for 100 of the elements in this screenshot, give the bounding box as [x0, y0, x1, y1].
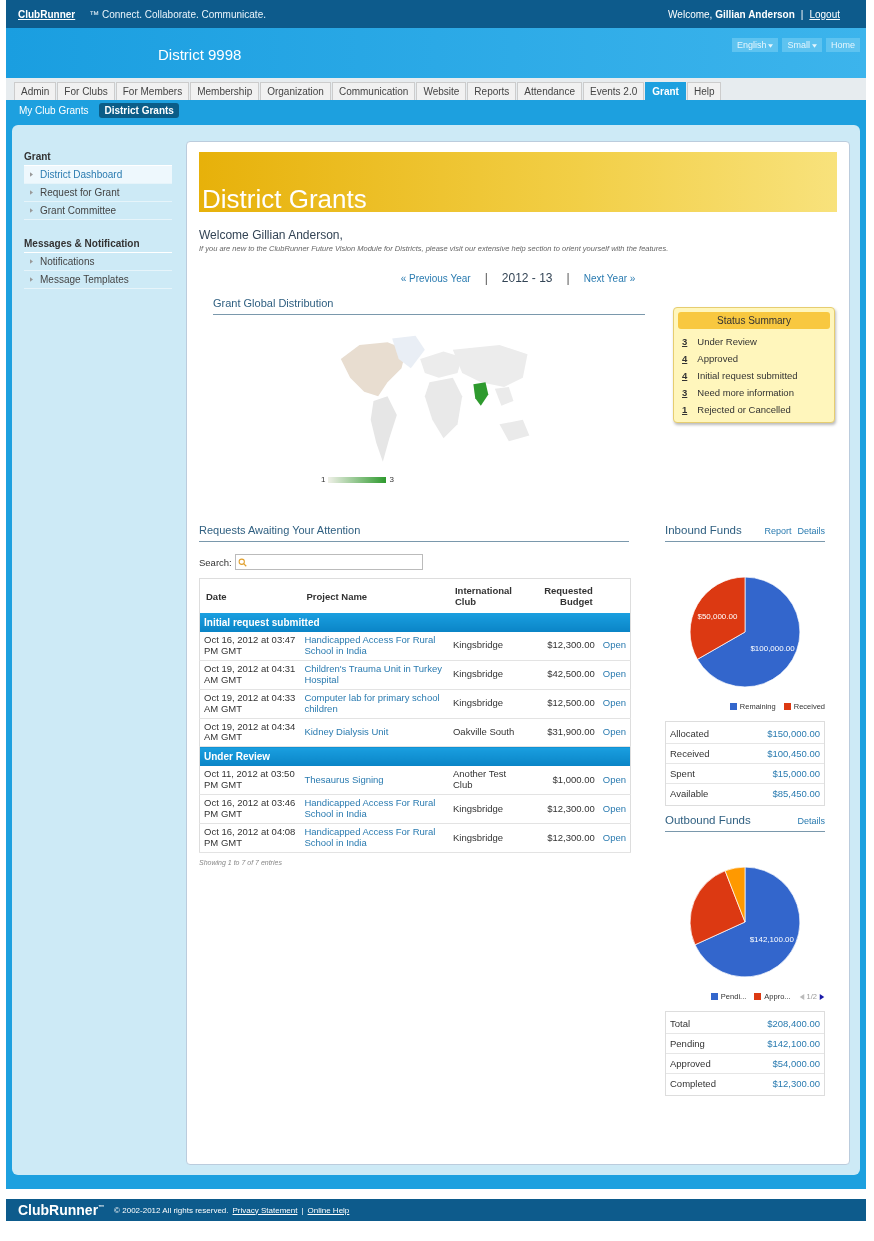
status-label: Rejected or Cancelled [697, 404, 791, 415]
summary-label: Pending [670, 1038, 705, 1049]
open-link[interactable]: Open [602, 698, 626, 710]
bullet-icon [30, 172, 33, 177]
welcome-text: Welcome, Gillian Anderson [668, 8, 795, 20]
project-link[interactable]: Handicapped Access For Rural School in India [304, 798, 445, 821]
next-year-link[interactable]: Next Year » [583, 272, 636, 284]
nav-tab[interactable]: Website [416, 82, 467, 100]
project-link[interactable]: Handicapped Access For Rural School in India [304, 635, 445, 657]
summary-label: Spent [670, 768, 695, 779]
brand-link[interactable]: ClubRunner [18, 8, 76, 20]
summary-value: $150,000.00 [767, 728, 820, 739]
status-label: Under Review [697, 336, 757, 347]
copyright-text: © 2002-2012 All rights reserved. [114, 1205, 229, 1215]
bullet-icon [30, 190, 33, 195]
nav-tab[interactable]: Communication [331, 82, 416, 100]
project-link[interactable]: Kidney Dialysis Unit [304, 727, 445, 738]
slice-label: $142,100.00 [749, 934, 794, 944]
summary-value: $100,450.00 [767, 748, 820, 759]
nav-tab[interactable]: For Members [115, 82, 190, 100]
nav-tab[interactable]: Events 2.0 [582, 82, 645, 100]
summary-value: $15,000.00 [772, 768, 820, 779]
status-count-link[interactable]: 4 [682, 353, 688, 364]
open-link[interactable]: Open [602, 774, 626, 786]
privacy-link[interactable]: Privacy Statement [232, 1205, 298, 1215]
summary-value: $208,400.00 [767, 1018, 820, 1029]
status-count-link[interactable]: 3 [682, 387, 688, 398]
project-link[interactable]: Computer lab for primary school children [304, 692, 445, 715]
table-cell: Kingsbridge [449, 689, 530, 719]
open-link[interactable]: Open [602, 669, 626, 681]
summary-label: Total [670, 1018, 691, 1029]
fund-link[interactable]: Details [797, 526, 825, 536]
nav-tab[interactable]: Help [686, 82, 722, 100]
fund-link[interactable]: Details [797, 816, 825, 826]
summary-label: Completed [670, 1078, 716, 1089]
fund-link[interactable]: Report [764, 526, 792, 536]
table-cell: $1,000.00 [529, 766, 599, 795]
open-link[interactable]: Open [602, 832, 626, 844]
table-cell: Oct 19, 2012 at 04:31 AM GMT [199, 660, 301, 690]
previous-year-link[interactable]: « Previous Year [400, 272, 471, 284]
sidebar-heading: Messages & Notification [24, 236, 172, 253]
project-link[interactable]: Thesaurus Signing [304, 774, 445, 786]
table-cell: Oct 19, 2012 at 04:33 AM GMT [199, 689, 301, 719]
table-cell: Oct 16, 2012 at 03:46 PM GMT [199, 794, 301, 824]
table-cell: $12,300.00 [529, 632, 599, 661]
status-summary-title: Status Summary [678, 312, 830, 329]
summary-value: $142,100.00 [767, 1038, 820, 1049]
separator: | [484, 271, 488, 285]
status-count-link[interactable]: 1 [682, 404, 688, 415]
sidebar-item[interactable]: District Dashboard [24, 166, 172, 184]
sidebar-item[interactable]: Notifications [24, 253, 172, 271]
bullet-icon [30, 277, 33, 282]
project-link[interactable]: Handicapped Access For Rural School in India [304, 827, 445, 849]
column-header: Project Name [300, 578, 449, 613]
table-cell: Oct 11, 2012 at 03:50 PM GMT [199, 766, 301, 795]
previous-icon[interactable] [798, 993, 805, 1000]
status-count-link[interactable]: 3 [682, 336, 688, 347]
search-field[interactable] [234, 554, 423, 570]
caret-icon [812, 43, 817, 48]
nav-tab[interactable]: Admin [14, 82, 57, 100]
nav-tab[interactable]: Attendance [517, 82, 582, 100]
color-scale [328, 476, 387, 483]
summary-value: $12,300.00 [772, 1078, 820, 1089]
summary-label: Received [670, 748, 710, 759]
group-header: Under Review [199, 746, 631, 767]
table-cell: Oct 16, 2012 at 04:08 PM GMT [199, 823, 301, 853]
nav-tab[interactable]: Membership [190, 82, 260, 100]
footer-separator: | [301, 1205, 304, 1215]
current-year: 2012 - 13 [501, 271, 553, 285]
sidebar-item[interactable]: Grant Committee [24, 202, 172, 220]
separator: | [800, 8, 804, 20]
summary-label: Approved [670, 1058, 711, 1069]
next-icon[interactable] [819, 993, 825, 1000]
search-icon [237, 557, 247, 567]
open-link[interactable]: Open [602, 640, 626, 652]
footer-logo: ClubRunner$^{™}$ [18, 1202, 105, 1218]
tagline: ™ Connect. Collaborate. Communicate. [89, 8, 266, 20]
open-link[interactable]: Open [602, 727, 626, 738]
summary-label: Available [670, 788, 709, 799]
summary-value: $54,000.00 [772, 1058, 820, 1069]
status-count-link[interactable]: 4 [682, 370, 688, 381]
help-link[interactable]: Online Help [307, 1205, 350, 1215]
welcome-heading: Welcome Gillian Anderson, [199, 228, 344, 242]
sidebar-item[interactable]: Request for Grant [24, 184, 172, 202]
bullet-icon [30, 259, 33, 264]
scale-max-label: 3 [389, 475, 394, 484]
table-cell: Kingsbridge [449, 823, 530, 853]
table-cell: $12,300.00 [529, 794, 599, 824]
open-link[interactable]: Open [602, 803, 626, 815]
nav-tab[interactable]: For Clubs [57, 82, 115, 100]
project-link[interactable]: Children's Trauma Unit in Turkey Hospital [304, 663, 445, 686]
scale-min-label: 1 [321, 475, 326, 484]
logout-link[interactable]: Logout [809, 8, 840, 20]
sidebar-item[interactable]: Message Templates [24, 271, 172, 289]
sub-tab[interactable]: District Grants [99, 102, 179, 118]
nav-tab[interactable]: Organization [260, 82, 331, 100]
nav-tab[interactable]: Reports [467, 82, 517, 100]
column-header: Date [199, 578, 301, 613]
slice-label: $50,000.00 [697, 611, 738, 621]
table-cell: Kingsbridge [449, 660, 530, 690]
